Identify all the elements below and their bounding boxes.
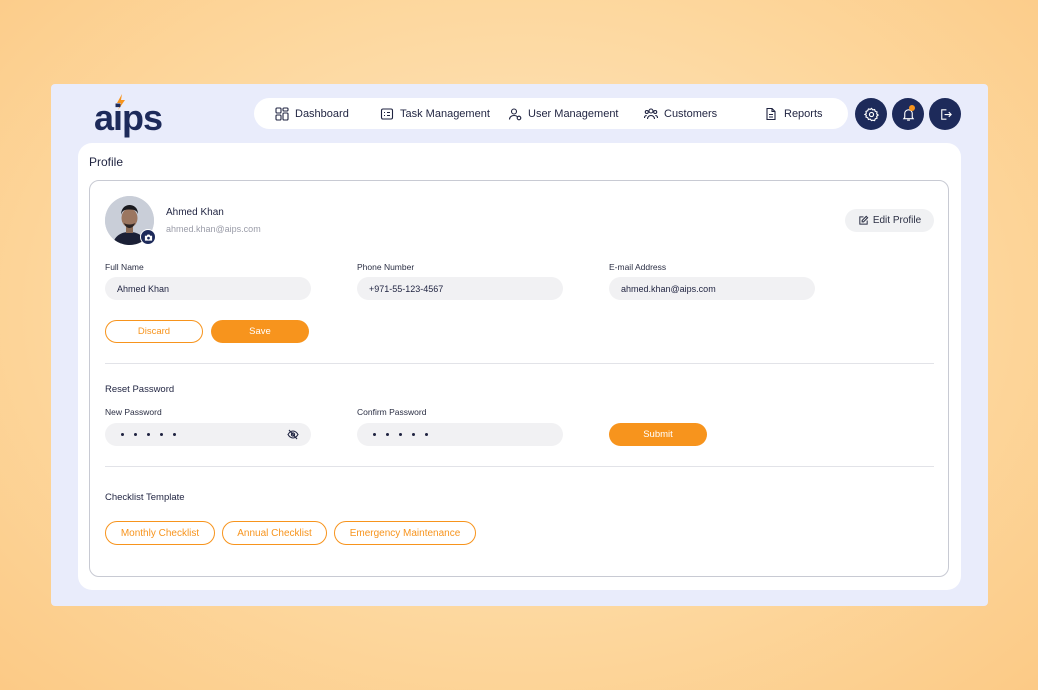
change-photo-button[interactable] — [140, 229, 156, 245]
page-title: Profile — [89, 155, 124, 169]
notification-badge — [909, 105, 915, 111]
checklist-template-title: Checklist Template — [105, 492, 185, 503]
aips-logo[interactable]: aips — [94, 92, 174, 138]
profile-card: Ahmed Khan ahmed.khan@aips.com Edit Prof… — [89, 180, 949, 577]
nav-label-dashboard: Dashboard — [295, 107, 349, 120]
customers-icon — [644, 107, 658, 119]
chip-monthly-checklist[interactable]: Monthly Checklist — [105, 521, 215, 545]
nav-item-reports[interactable]: Reports — [764, 107, 823, 121]
new-password-field[interactable] — [105, 423, 311, 446]
app-window: aips Dashboard Task Management User Mana… — [51, 84, 988, 606]
dashboard-icon — [275, 106, 289, 121]
section-divider — [105, 466, 934, 467]
password-mask — [369, 433, 428, 436]
nav-item-task-management[interactable]: Task Management — [380, 107, 490, 121]
nav-label-user-management: User Management — [528, 107, 619, 120]
settings-button[interactable] — [855, 98, 887, 130]
edit-profile-label: Edit Profile — [872, 215, 922, 226]
phone-number-label: Phone Number — [357, 262, 415, 272]
email-address-field[interactable]: ahmed.khan@aips.com — [609, 277, 815, 300]
chip-annual-checklist[interactable]: Annual Checklist — [222, 521, 327, 545]
eye-off-icon[interactable] — [287, 429, 299, 440]
submit-button[interactable]: Submit — [609, 423, 707, 446]
reports-icon — [766, 107, 776, 120]
edit-icon — [859, 215, 869, 225]
phone-number-field[interactable]: +971-55-123-4567 — [357, 277, 563, 300]
camera-icon — [144, 234, 152, 241]
profile-email: ahmed.khan@aips.com — [166, 224, 261, 234]
full-name-label: Full Name — [105, 262, 144, 272]
reset-password-title: Reset Password — [105, 384, 175, 395]
logout-button[interactable] — [929, 98, 961, 130]
nav-label-task-management: Task Management — [400, 107, 490, 120]
save-button[interactable]: Save — [211, 320, 309, 343]
profile-name: Ahmed Khan — [166, 207, 224, 218]
nav-item-customers[interactable]: Customers — [644, 107, 717, 121]
discard-button[interactable]: Discard — [105, 320, 203, 343]
confirm-password-label: Confirm Password — [357, 407, 427, 417]
new-password-label: New Password — [105, 407, 162, 417]
logout-icon — [940, 108, 952, 120]
confirm-password-field[interactable] — [357, 423, 563, 446]
task-icon — [380, 107, 394, 120]
section-divider — [105, 363, 934, 364]
main-navigation: Dashboard Task Management User Managemen… — [254, 98, 848, 129]
nav-item-dashboard[interactable]: Dashboard — [275, 106, 349, 121]
notifications-button[interactable] — [892, 98, 924, 130]
full-name-field[interactable]: Ahmed Khan — [105, 277, 311, 300]
email-address-label: E-mail Address — [609, 262, 667, 272]
user-icon — [508, 107, 522, 120]
edit-profile-button[interactable]: Edit Profile — [845, 209, 934, 232]
nav-label-reports: Reports — [784, 107, 823, 120]
chip-emergency-maintenance[interactable]: Emergency Maintenance — [334, 521, 476, 545]
settings-icon — [863, 107, 879, 121]
content-panel: Profile Ahmed Khan ahmed.khan@aips.com E… — [78, 143, 961, 590]
svg-text:aips: aips — [94, 97, 162, 138]
password-mask — [117, 433, 176, 436]
nav-item-user-management[interactable]: User Management — [508, 107, 619, 121]
nav-label-customers: Customers — [664, 107, 718, 120]
